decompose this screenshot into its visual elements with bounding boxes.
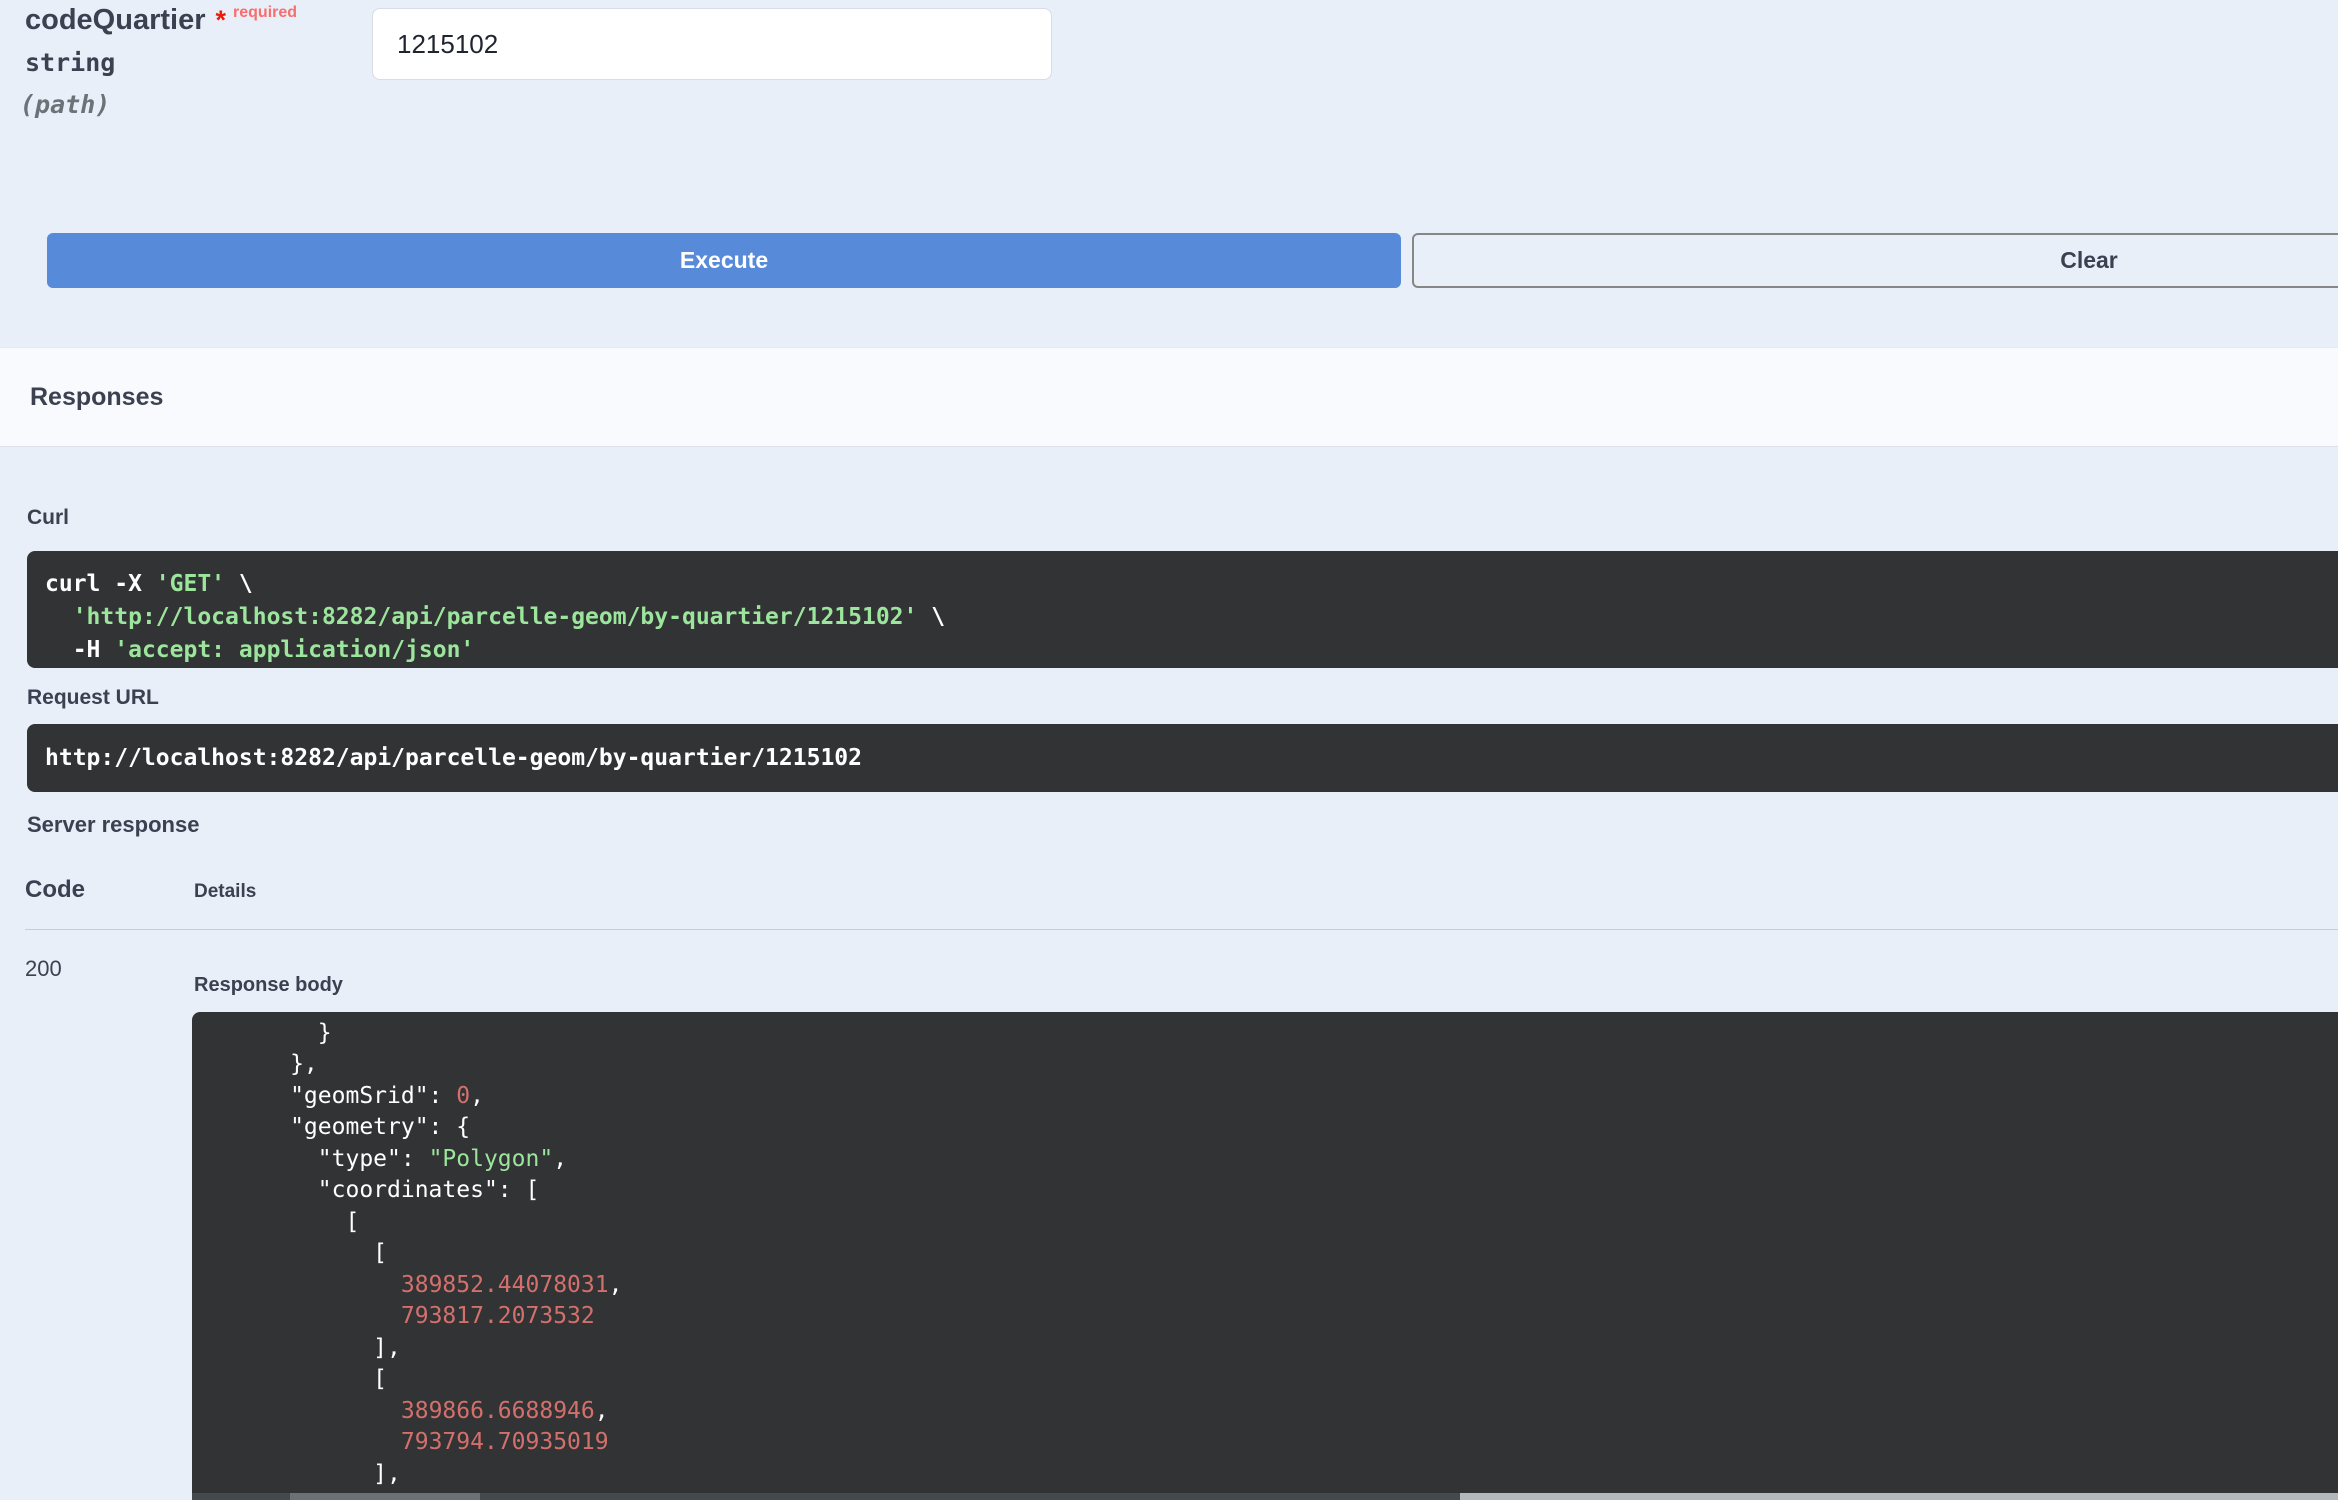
response-body-code: } } }, "geomSrid": 0, "geometry": { "typ…	[207, 1012, 623, 1487]
curl-command-code: curl -X 'GET' \ 'http://localhost:8282/a…	[45, 571, 946, 663]
request-url-label: Request URL	[27, 686, 159, 709]
parameter-name-row: codeQuartier * required	[25, 4, 297, 37]
curl-label: Curl	[27, 506, 69, 529]
status-code-cell: 200	[25, 956, 62, 981]
server-response-label: Server response	[27, 812, 200, 837]
clear-button[interactable]: Clear	[1412, 233, 2338, 288]
responses-title: Responses	[30, 382, 164, 411]
required-asterisk: *	[215, 5, 227, 35]
execute-button[interactable]: Execute	[47, 233, 1401, 288]
response-body-label: Response body	[194, 974, 343, 996]
page-horizontal-scrollbar[interactable]	[1460, 1493, 2338, 1500]
parameter-value-input[interactable]	[372, 8, 1052, 80]
request-url-value: http://localhost:8282/api/parcelle-geom/…	[45, 745, 862, 771]
swagger-operation-page: { "colors": { "accent_blue": "#578ad9", …	[0, 0, 2338, 1500]
parameter-type: string	[25, 48, 116, 77]
parameter-name: codeQuartier	[25, 4, 206, 36]
responses-section-header: Responses	[0, 347, 2338, 447]
curl-command-block: curl -X 'GET' \ 'http://localhost:8282/a…	[27, 551, 2338, 668]
code-column-header: Code	[25, 876, 85, 903]
response-body-horizontal-scrollbar-thumb[interactable]	[290, 1493, 480, 1500]
table-header-divider	[25, 929, 2338, 930]
request-url-block: http://localhost:8282/api/parcelle-geom/…	[27, 724, 2338, 792]
response-body-block: } } }, "geomSrid": 0, "geometry": { "typ…	[192, 1012, 2338, 1500]
parameter-location: (path)	[20, 90, 111, 119]
required-label: required	[233, 4, 298, 21]
details-column-header: Details	[194, 881, 257, 902]
